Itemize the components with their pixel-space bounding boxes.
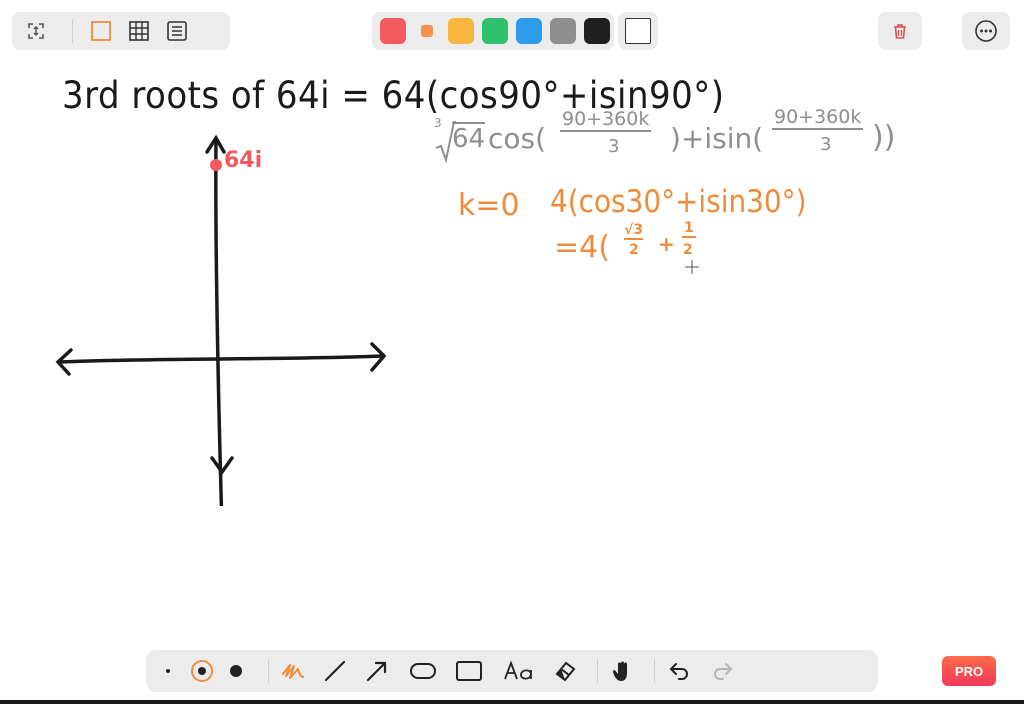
down-arrow-head	[210, 456, 234, 476]
grid-page-button[interactable]	[125, 17, 153, 45]
drawing-toolbar	[146, 650, 878, 692]
crosshair-cursor-icon	[685, 260, 699, 274]
color-orange-selected[interactable]	[414, 18, 440, 44]
medium-dot-selected-icon	[191, 660, 213, 682]
fraction2-num: 90+360k	[772, 106, 864, 130]
undo-icon	[669, 663, 688, 680]
color-yellow[interactable]	[448, 18, 474, 44]
color-black[interactable]	[584, 18, 610, 44]
fraction1-num: 90+360k	[560, 108, 652, 132]
pro-badge[interactable]: PRO	[942, 656, 996, 686]
toolbar-divider	[597, 659, 598, 683]
fraction1-den: 3	[608, 136, 620, 157]
ellipse-icon	[410, 663, 436, 679]
vertical-axis	[214, 136, 224, 506]
fraction2-den: 3	[820, 134, 832, 155]
k-label: k=0	[458, 188, 520, 223]
undo-button[interactable]	[665, 657, 693, 685]
more-panel	[962, 12, 1010, 50]
arrow-tool-button[interactable]	[363, 657, 391, 685]
blank-page-icon	[91, 21, 111, 41]
line-tool-button[interactable]	[321, 657, 349, 685]
small-dot-icon	[166, 669, 170, 673]
ellipse-tool-button[interactable]	[409, 657, 437, 685]
pen-squiggle-icon	[282, 664, 304, 679]
text-aa-icon	[504, 660, 532, 680]
color-green[interactable]	[482, 18, 508, 44]
radicand: 64	[452, 122, 486, 154]
sqrt3-numerator: √3	[624, 222, 644, 240]
horizontal-axis	[58, 354, 385, 364]
custom-color-panel	[618, 12, 658, 50]
whiteboard-canvas[interactable]: 3rd roots of 64i = 64(cos90°+isin90°) 64…	[0, 60, 1024, 640]
rectangle-icon	[456, 661, 482, 681]
fullscreen-button[interactable]	[22, 17, 50, 45]
stroke-size-large[interactable]	[222, 657, 250, 685]
fullscreen-icon	[28, 23, 44, 39]
toolbar-divider	[72, 19, 73, 43]
lined-page-icon	[167, 21, 187, 41]
grid-icon	[129, 21, 149, 41]
top-left-toolbar	[12, 12, 230, 50]
down-arrow	[210, 456, 234, 476]
more-icon	[975, 20, 997, 42]
formula-close: ))	[872, 120, 896, 155]
eq-prefix: =4(	[554, 230, 610, 265]
custom-color-button[interactable]	[625, 18, 651, 44]
color-red[interactable]	[380, 18, 406, 44]
window-bottom-edge	[0, 700, 1024, 704]
hand-icon	[612, 661, 627, 681]
pen-tool-button[interactable]	[279, 657, 307, 685]
delete-button[interactable]	[886, 17, 914, 45]
stroke-size-small[interactable]	[154, 657, 182, 685]
one-half-numerator: 1	[682, 220, 696, 238]
large-dot-icon	[230, 665, 242, 677]
point-64i-label: 64i	[224, 148, 263, 173]
plus-sign: +	[658, 232, 675, 256]
selected-color-dot	[421, 25, 433, 37]
point-64i	[210, 159, 222, 171]
blank-page-button[interactable]	[87, 17, 115, 45]
one-half-denominator: 2	[683, 242, 693, 258]
sqrt3-denominator: 2	[629, 242, 639, 258]
formula-isin: )+isin(	[670, 122, 764, 155]
toolbar-divider	[654, 659, 655, 683]
arrow-icon	[366, 661, 387, 682]
stroke-size-medium[interactable]	[188, 657, 216, 685]
toolbar-divider	[268, 659, 269, 683]
k-expression: 4(cos30°+isin30°)	[550, 184, 807, 220]
delete-panel	[878, 12, 922, 50]
color-gray[interactable]	[550, 18, 576, 44]
redo-icon	[714, 663, 733, 680]
lined-page-button[interactable]	[163, 17, 191, 45]
redo-button[interactable]	[709, 657, 737, 685]
complex-plane-axes	[55, 134, 387, 506]
more-button[interactable]	[972, 17, 1000, 45]
trash-icon	[894, 24, 906, 39]
formula-cos: cos(	[488, 122, 547, 155]
eraser-tool-button[interactable]	[551, 657, 579, 685]
eraser-icon	[555, 661, 576, 682]
line-icon	[324, 660, 346, 682]
text-tool-button[interactable]	[501, 657, 537, 685]
color-palette	[372, 12, 614, 50]
rectangle-tool-button[interactable]	[455, 657, 483, 685]
color-blue[interactable]	[516, 18, 542, 44]
pan-tool-button[interactable]	[608, 657, 636, 685]
